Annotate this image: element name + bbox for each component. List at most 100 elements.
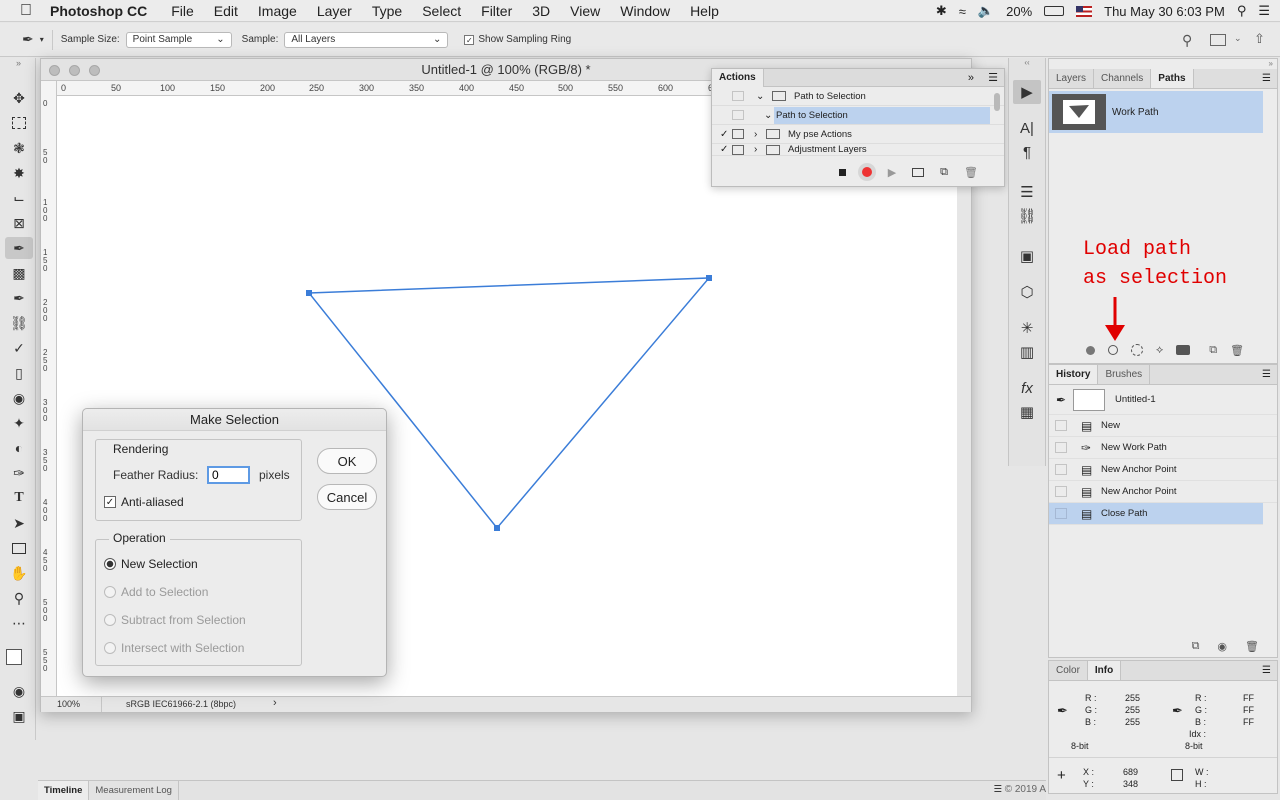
path-selection-tool-icon[interactable]: ➤: [5, 512, 33, 534]
crop-tool-icon[interactable]: ⌙: [5, 187, 33, 209]
delete-icon[interactable]: 🗑: [1245, 640, 1259, 653]
play-icon[interactable]: ▶: [888, 166, 896, 179]
battery-percent[interactable]: 20%: [1006, 4, 1032, 19]
clone-stamp-tool-icon[interactable]: ⛓: [5, 312, 33, 334]
ok-button[interactable]: OK: [317, 448, 377, 474]
eraser-tool-icon[interactable]: ▯: [5, 362, 33, 384]
toggle-dialog-checkbox[interactable]: [732, 129, 744, 139]
history-checkbox[interactable]: [1055, 420, 1067, 431]
chevron-right-icon[interactable]: ›: [754, 129, 764, 140]
stop-recording-icon[interactable]: [838, 168, 846, 176]
fill-path-icon[interactable]: [1086, 345, 1095, 355]
checkmark-icon[interactable]: ✓: [720, 144, 732, 155]
eyedropper-tool-icon[interactable]: ✒: [5, 237, 33, 259]
subtract-from-selection-label[interactable]: Subtract from Selection: [121, 613, 246, 627]
new-selection-label[interactable]: New Selection: [121, 557, 198, 571]
chevron-right-icon[interactable]: ›: [754, 144, 764, 155]
add-to-selection-radio[interactable]: [104, 586, 116, 598]
zoom-tool-icon[interactable]: ⚲: [5, 587, 33, 609]
delete-path-icon[interactable]: 🗑: [1230, 344, 1244, 357]
new-path-icon[interactable]: ⧉: [1209, 344, 1217, 357]
tab-history[interactable]: History: [1049, 365, 1099, 384]
cancel-button[interactable]: Cancel: [317, 484, 377, 510]
search-icon[interactable]: ⚲: [1237, 3, 1247, 19]
action-row[interactable]: ⌄ Path to Selection: [712, 106, 1004, 125]
expand-panel-icon[interactable]: »: [968, 72, 974, 84]
history-checkbox[interactable]: [1055, 442, 1067, 453]
panel-menu-icon[interactable]: ☰: [993, 784, 1002, 795]
workspace-icon[interactable]: [1210, 34, 1226, 46]
history-checkbox[interactable]: [1055, 464, 1067, 475]
volume-icon[interactable]: 🔈: [978, 3, 994, 19]
share-icon[interactable]: ⇧: [1254, 31, 1265, 47]
clone-source-icon[interactable]: ⛓: [1013, 204, 1041, 228]
character-panel-icon[interactable]: A|: [1013, 116, 1041, 140]
menu-3d[interactable]: 3D: [532, 3, 550, 19]
chevron-down-icon[interactable]: ⌄: [756, 91, 770, 102]
frame-tool-icon[interactable]: ⊠: [5, 212, 33, 234]
history-checkbox[interactable]: [1055, 486, 1067, 497]
subtract-from-selection-radio[interactable]: [104, 614, 116, 626]
pen-tool-icon[interactable]: ✑: [5, 462, 33, 484]
histogram-icon[interactable]: ▥: [1013, 340, 1041, 364]
styles-icon[interactable]: fx: [1013, 376, 1041, 400]
stroke-path-icon[interactable]: [1131, 344, 1143, 356]
hand-tool-icon[interactable]: ✋: [5, 562, 33, 584]
history-item[interactable]: ▤ New Anchor Point: [1049, 481, 1277, 503]
add-mask-icon[interactable]: [1176, 345, 1191, 355]
toggle-dialog-checkbox[interactable]: [732, 144, 744, 155]
history-snapshot[interactable]: ✒ Untitled-1: [1049, 385, 1277, 415]
apple-icon[interactable]: : [20, 2, 38, 20]
sample-size-select[interactable]: Point Sample ⌄: [125, 31, 232, 48]
history-brush-tool-icon[interactable]: ✓: [5, 337, 33, 359]
flag-icon[interactable]: [1076, 5, 1093, 17]
quick-mask-icon[interactable]: ◉: [5, 680, 33, 702]
move-tool-icon[interactable]: ✥: [5, 87, 33, 109]
anti-aliased-checkbox[interactable]: ✓: [104, 496, 116, 508]
anchor-point[interactable]: [494, 525, 500, 531]
paragraph-panel-icon[interactable]: ¶: [1013, 140, 1041, 164]
tab-channels[interactable]: Channels: [1094, 69, 1152, 88]
chevron-right-icon[interactable]: ›: [273, 697, 277, 709]
brush-settings-icon[interactable]: ☰: [1013, 180, 1041, 204]
quick-selection-tool-icon[interactable]: ✸: [5, 162, 33, 184]
work-path-row[interactable]: Work Path: [1049, 91, 1263, 133]
zoom-window-button[interactable]: [89, 65, 100, 76]
menu-filter[interactable]: Filter: [481, 3, 512, 19]
lasso-tool-icon[interactable]: ❃: [5, 137, 33, 159]
brush-tool-icon[interactable]: ✒: [5, 287, 33, 309]
eyedropper-preset-icon[interactable]: ✒: [22, 31, 34, 48]
delete-icon[interactable]: 🗑: [964, 166, 978, 179]
actions-scrollbar[interactable]: [994, 93, 1000, 111]
menu-file[interactable]: File: [171, 3, 194, 19]
action-set-row[interactable]: ✓ › Adjustment Layers: [712, 144, 1004, 156]
bluetooth-icon[interactable]: ✱: [936, 3, 947, 19]
foreground-color-swatch[interactable]: [6, 649, 22, 665]
menu-window[interactable]: Window: [620, 3, 670, 19]
tab-brushes[interactable]: Brushes: [1098, 365, 1151, 384]
make-work-path-icon[interactable]: ⟡: [1156, 344, 1163, 357]
rectangle-tool-icon[interactable]: [5, 537, 33, 559]
tab-layers[interactable]: Layers: [1049, 69, 1095, 88]
panel-menu-icon[interactable]: ☰: [988, 71, 998, 84]
menu-layer[interactable]: Layer: [317, 3, 352, 19]
action-set-row[interactable]: ⌄ Path to Selection: [712, 87, 1004, 106]
zoom-level[interactable]: 100%: [57, 699, 80, 709]
chevron-down-icon[interactable]: ⌄: [764, 110, 774, 121]
new-set-folder-icon[interactable]: [912, 167, 925, 177]
menu-select[interactable]: Select: [422, 3, 461, 19]
menu-view[interactable]: View: [570, 3, 600, 19]
camera-icon[interactable]: ◉: [1217, 640, 1227, 653]
marquee-tool-icon[interactable]: [5, 112, 33, 134]
paint-bucket-tool-icon[interactable]: ◉: [5, 387, 33, 409]
collapse-icon[interactable]: ‹‹: [1009, 58, 1045, 70]
actions-panel-icon[interactable]: ▶: [1013, 80, 1041, 104]
dodge-tool-icon[interactable]: ◐: [5, 437, 33, 459]
history-checkbox[interactable]: [1055, 508, 1067, 519]
type-tool-icon[interactable]: T: [5, 487, 33, 509]
menu-help[interactable]: Help: [690, 3, 719, 19]
new-selection-radio[interactable]: [104, 558, 116, 570]
toggle-dialog-checkbox[interactable]: [732, 91, 744, 101]
chevron-down-icon[interactable]: ▾: [40, 35, 44, 44]
show-sampling-ring-checkbox[interactable]: ✓: [464, 34, 475, 45]
